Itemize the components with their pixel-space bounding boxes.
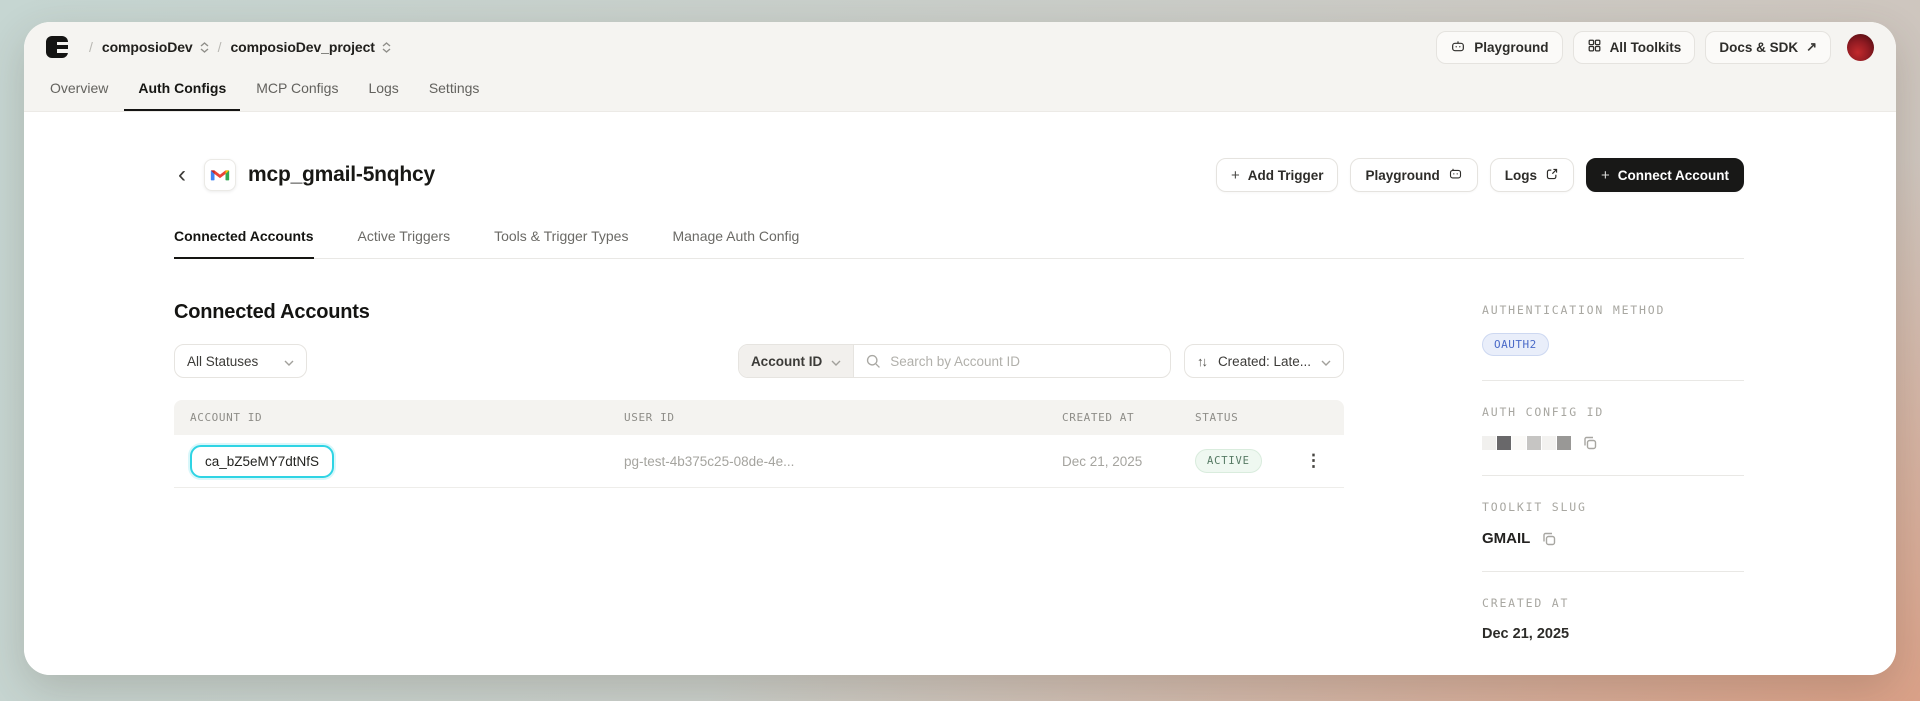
app-window: / composioDev / composioDev_project Play… — [24, 22, 1896, 675]
page-title-row: ‹ mcp_gmail-5nqhcy + Add Trigger Playgro… — [174, 158, 1744, 192]
filter-row: All Statuses Account ID Search by Accoun… — [174, 344, 1344, 378]
breadcrumb-org[interactable]: composioDev — [102, 39, 193, 55]
created-at-value: Dec 21, 2025 — [1482, 626, 1570, 642]
composio-logo-icon[interactable] — [46, 36, 69, 58]
external-link-icon — [1545, 167, 1559, 184]
copy-icon[interactable] — [1541, 531, 1557, 547]
playground-button-label: Playground — [1474, 39, 1549, 55]
chevron-down-icon — [831, 354, 841, 369]
auth-method-label: AUTHENTICATION METHOD — [1482, 303, 1666, 317]
toolkit-slug-label: TOOLKIT SLUG — [1482, 500, 1587, 514]
copy-icon[interactable] — [1582, 435, 1598, 451]
logs-button-label: Logs — [1504, 167, 1537, 183]
divider — [1482, 380, 1744, 381]
playground-link-button[interactable]: Playground — [1350, 158, 1478, 192]
project-switcher-icon[interactable] — [382, 41, 391, 53]
search-field-select[interactable]: Account ID — [738, 345, 855, 377]
details-panel: AUTHENTICATION METHOD OAUTH2 AUTH CONFIG… — [1482, 301, 1744, 642]
plus-icon: + — [1600, 166, 1610, 184]
add-trigger-button[interactable]: + Add Trigger — [1215, 158, 1339, 192]
sort-select[interactable]: ↑↓ Created: Late... — [1183, 344, 1344, 378]
auth-method-badge: OAUTH2 — [1482, 333, 1549, 356]
column-header-status: STATUS — [1195, 411, 1239, 424]
breadcrumb-project[interactable]: composioDev_project — [230, 39, 374, 55]
column-header-user-id: USER ID — [624, 411, 675, 424]
status-filter-value: All Statuses — [187, 353, 259, 369]
auth-config-sub-tabs: Connected Accounts Active Triggers Tools… — [174, 228, 1744, 259]
plus-icon: + — [1230, 166, 1240, 184]
grid-icon — [1587, 38, 1602, 56]
auth-config-id-redacted — [1482, 435, 1744, 451]
created-at-label: CREATED AT — [1482, 596, 1570, 610]
connect-account-button-label: Connect Account — [1617, 167, 1729, 183]
page-content: ‹ mcp_gmail-5nqhcy + Add Trigger Playgro… — [24, 112, 1896, 675]
robot-icon — [1448, 166, 1463, 184]
status-badge: ACTIVE — [1195, 449, 1262, 473]
tab-logs[interactable]: Logs — [354, 68, 412, 111]
tab-overview[interactable]: Overview — [36, 68, 122, 111]
logs-button[interactable]: Logs — [1489, 158, 1574, 192]
sort-value: Created: Late... — [1217, 353, 1311, 369]
page-actions: + Add Trigger Playground Logs + Connect … — [1215, 158, 1744, 192]
playground-link-button-label: Playground — [1365, 167, 1440, 183]
chevron-down-icon — [284, 354, 294, 369]
breadcrumb-separator: / — [217, 39, 222, 55]
topbar: / composioDev / composioDev_project Play… — [24, 22, 1896, 68]
status-filter-select[interactable]: All Statuses — [174, 344, 307, 378]
created-at-value: Dec 21, 2025 — [1062, 453, 1143, 469]
docs-sdk-button[interactable]: Docs & SDK ↗ — [1705, 30, 1831, 64]
connect-account-button[interactable]: + Connect Account — [1585, 158, 1744, 192]
back-button[interactable]: ‹ — [174, 163, 190, 187]
section-heading: Connected Accounts — [174, 301, 370, 323]
search-group: Account ID — [737, 344, 1171, 378]
row-menu-icon[interactable]: ⋮ — [1305, 451, 1322, 471]
tab-mcp-configs[interactable]: MCP Configs — [242, 68, 352, 111]
docs-sdk-button-label: Docs & SDK — [1719, 39, 1799, 55]
divider — [1482, 475, 1744, 476]
external-arrow-icon: ↗ — [1806, 39, 1817, 54]
gmail-icon — [204, 159, 236, 191]
auth-config-id-label: AUTH CONFIG ID — [1482, 405, 1605, 419]
playground-button[interactable]: Playground — [1436, 30, 1563, 64]
chevron-down-icon — [1321, 354, 1331, 369]
subtab-connected-accounts[interactable]: Connected Accounts — [174, 228, 314, 259]
all-toolkits-button-label: All Toolkits — [1609, 39, 1682, 55]
search-input[interactable] — [854, 345, 1170, 377]
toolkit-slug-value: GMAIL — [1482, 530, 1531, 547]
subtab-manage-auth-config[interactable]: Manage Auth Config — [672, 228, 799, 259]
subtab-active-triggers[interactable]: Active Triggers — [358, 228, 451, 259]
account-id-value[interactable]: ca_bZ5eMY7dtNfS — [190, 444, 335, 478]
robot-icon — [1450, 38, 1466, 57]
table-header-row: ACCOUNT ID USER ID CREATED AT STATUS — [174, 400, 1344, 435]
add-trigger-button-label: Add Trigger — [1247, 167, 1324, 183]
connected-accounts-table: ACCOUNT ID USER ID CREATED AT STATUS ca_… — [174, 400, 1344, 488]
divider — [1482, 571, 1744, 572]
user-id-value: pg-test-4b375c25-08de-4e... — [624, 453, 795, 469]
column-header-created-at: CREATED AT — [1062, 411, 1135, 424]
tab-settings[interactable]: Settings — [415, 68, 494, 111]
subtab-tools-trigger-types[interactable]: Tools & Trigger Types — [494, 228, 628, 259]
column-header-account-id: ACCOUNT ID — [190, 411, 263, 424]
page-title: mcp_gmail-5nqhcy — [248, 163, 436, 186]
org-switcher-icon[interactable] — [200, 41, 209, 53]
breadcrumb-separator: / — [89, 39, 93, 55]
sort-arrows-icon: ↑↓ — [1196, 353, 1208, 369]
user-avatar[interactable] — [1847, 33, 1874, 61]
app-header: / composioDev / composioDev_project Play… — [24, 22, 1896, 112]
search-field-value: Account ID — [750, 353, 823, 369]
table-row[interactable]: ca_bZ5eMY7dtNfS pg-test-4b375c25-08de-4e… — [174, 435, 1344, 488]
project-nav-tabs: Overview Auth Configs MCP Configs Logs S… — [24, 68, 1896, 111]
connected-accounts-panel: Connected Accounts All Statuses Account … — [174, 301, 1344, 642]
tab-auth-configs[interactable]: Auth Configs — [124, 68, 241, 111]
all-toolkits-button[interactable]: All Toolkits — [1572, 30, 1696, 64]
